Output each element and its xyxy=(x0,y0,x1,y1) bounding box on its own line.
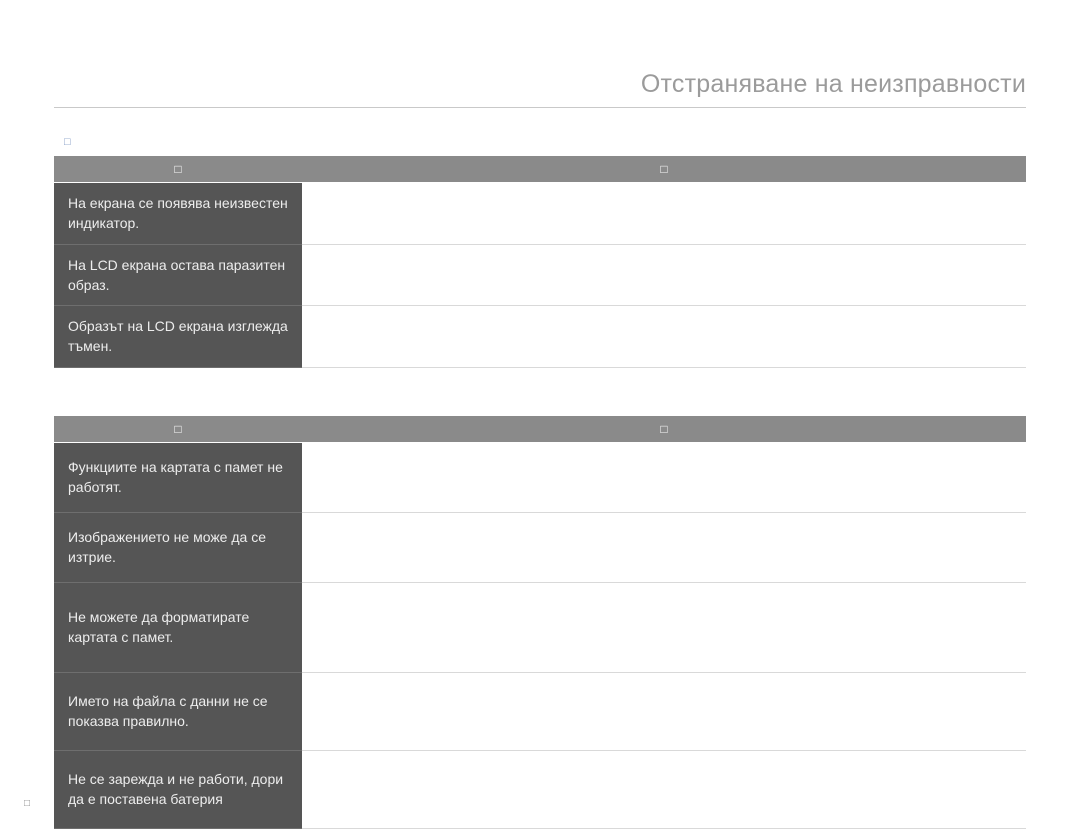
section-label-0: □ xyxy=(64,136,1026,150)
remedy-cell xyxy=(302,244,1026,306)
remedy-cell xyxy=(302,183,1026,245)
table-row: На LCD екрана остава паразитен образ. xyxy=(54,244,1026,306)
remedy-cell xyxy=(302,512,1026,582)
page-title: Отстраняване на неизправности xyxy=(54,70,1026,99)
remedy-cell xyxy=(302,442,1026,512)
remedy-cell xyxy=(302,672,1026,750)
symptom-cell: На LCD екрана остава паразитен образ. xyxy=(54,244,302,306)
table-row: Изображението не може да се изтрие. xyxy=(54,512,1026,582)
troubleshoot-table-1: □ □ Функциите на картата с памет не рабо… xyxy=(54,416,1026,829)
th-symptom-0: □ xyxy=(54,156,302,183)
table-row: Образът на LCD екрана изглежда тъмен. xyxy=(54,306,1026,368)
troubleshoot-table-0: □ □ На екрана се появява неизвестен инди… xyxy=(54,156,1026,368)
th-remedy-1: □ xyxy=(302,416,1026,443)
th-remedy-0: □ xyxy=(302,156,1026,183)
page: Отстраняване на неизправности □ □ □ На е… xyxy=(0,0,1080,827)
title-rule: Отстраняване на неизправности xyxy=(54,70,1026,108)
table-row: Не можете да форматирате картата с памет… xyxy=(54,582,1026,672)
symptom-cell: Образът на LCD екрана изглежда тъмен. xyxy=(54,306,302,368)
symptom-cell: На екрана се появява неизвестен индикато… xyxy=(54,183,302,245)
table-row: Функциите на картата с памет не работят. xyxy=(54,442,1026,512)
symptom-cell: Не се зарежда и не работи, дори да е пос… xyxy=(54,750,302,828)
section-label-1 xyxy=(64,396,1026,410)
th-symptom-1: □ xyxy=(54,416,302,443)
table-row: Не се зарежда и не работи, дори да е пос… xyxy=(54,750,1026,828)
symptom-cell: Функциите на картата с памет не работят. xyxy=(54,442,302,512)
page-number: □ xyxy=(24,798,30,809)
symptom-cell: Не можете да форматирате картата с памет… xyxy=(54,582,302,672)
remedy-cell xyxy=(302,750,1026,828)
table-row: Името на файла с данни не се показва пра… xyxy=(54,672,1026,750)
symptom-cell: Името на файла с данни не се показва пра… xyxy=(54,672,302,750)
symptom-cell: Изображението не може да се изтрие. xyxy=(54,512,302,582)
remedy-cell xyxy=(302,306,1026,368)
table-row: На екрана се появява неизвестен индикато… xyxy=(54,183,1026,245)
remedy-cell xyxy=(302,582,1026,672)
